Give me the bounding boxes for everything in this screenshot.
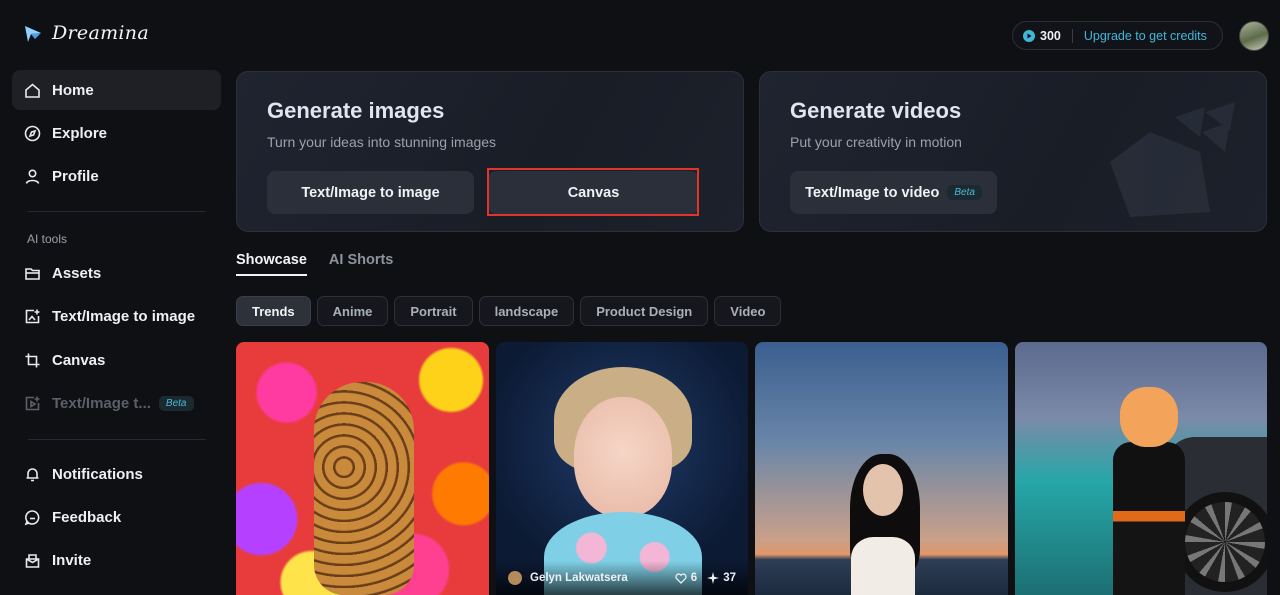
sidebar-item-invite[interactable]: Invite xyxy=(12,540,221,580)
author-name[interactable]: Gelyn Lakwatsera xyxy=(530,572,628,584)
logo[interactable]: Dreamina xyxy=(22,22,149,44)
image-plus-icon xyxy=(22,306,42,326)
dreamina-logo-icon xyxy=(25,26,41,42)
credit-coin-icon xyxy=(1023,29,1035,42)
sidebar-item-label: Canvas xyxy=(52,351,106,369)
canvas-highlight-box xyxy=(487,168,699,216)
woman-face xyxy=(863,464,903,516)
tab-showcase[interactable]: Showcase xyxy=(236,252,307,276)
gallery-tile-cat-car[interactable] xyxy=(1015,342,1267,595)
card-subtitle: Put your creativity in motion xyxy=(790,134,962,150)
user-avatar[interactable] xyxy=(1239,21,1269,51)
video-plus-icon xyxy=(22,393,42,413)
bell-icon xyxy=(22,464,42,484)
chip-landscape[interactable]: landscape xyxy=(478,296,575,326)
category-chips: Trends Anime Portrait landscape Product … xyxy=(236,296,782,326)
card-title: Generate videos xyxy=(790,98,962,123)
boost-count: 37 xyxy=(723,572,736,584)
sidebar-item-assets[interactable]: Assets xyxy=(12,253,221,293)
chip-portrait[interactable]: Portrait xyxy=(394,296,473,326)
chip-video[interactable]: Video xyxy=(714,296,782,326)
chip-product-design[interactable]: Product Design xyxy=(580,296,709,326)
gallery-tile-doll[interactable]: Gelyn Lakwatsera 6 37 xyxy=(496,342,748,595)
crop-icon xyxy=(22,350,42,370)
sidebar-item-text-image-to-image[interactable]: Text/Image to image xyxy=(12,296,221,336)
ai-tools-heading: AI tools xyxy=(27,232,68,246)
sidebar: Dreamina Home Explore Profile AI tools A… xyxy=(0,0,232,595)
text-image-to-video-button[interactable]: Text/Image to video Beta xyxy=(790,171,997,214)
gallery-tabs: Showcase AI Shorts xyxy=(236,252,393,276)
sidebar-divider xyxy=(28,211,206,212)
sidebar-item-label: Text/Image to image xyxy=(52,307,196,325)
sparkle-icon xyxy=(707,572,720,584)
sidebar-item-label: Profile xyxy=(52,167,99,185)
button-label: Text/Image to video xyxy=(805,184,940,201)
sidebar-item-explore[interactable]: Explore xyxy=(12,113,221,153)
credit-count: 300 xyxy=(1040,28,1061,43)
sidebar-item-label: Assets xyxy=(52,264,102,282)
credits-separator xyxy=(1071,28,1073,43)
doll-face xyxy=(574,397,672,517)
card-subtitle: Turn your ideas into stunning images xyxy=(267,134,497,150)
home-icon xyxy=(22,80,42,100)
boost-stat[interactable]: 37 xyxy=(707,572,736,584)
tile-info-overlay: Gelyn Lakwatsera 6 37 xyxy=(496,561,748,595)
beta-badge: Beta xyxy=(158,395,194,411)
gallery-tile-giraffe[interactable] xyxy=(236,342,489,595)
giraffe-illustration xyxy=(314,382,414,595)
credits-bar[interactable]: 300 Upgrade to get credits xyxy=(1012,21,1223,50)
chat-icon xyxy=(22,507,42,527)
sidebar-item-home[interactable]: Home xyxy=(12,70,221,110)
compass-icon xyxy=(22,123,42,143)
gallery-tile-portrait[interactable] xyxy=(755,342,1008,595)
sidebar-item-label: Feedback xyxy=(52,508,122,526)
sidebar-item-label: Home xyxy=(52,81,94,99)
sidebar-item-feedback[interactable]: Feedback xyxy=(12,497,221,537)
sidebar-item-profile[interactable]: Profile xyxy=(12,156,221,196)
tab-ai-shorts[interactable]: AI Shorts xyxy=(329,252,393,276)
author-avatar[interactable] xyxy=(508,571,522,585)
sidebar-item-label: Explore xyxy=(52,124,108,142)
like-stat[interactable]: 6 xyxy=(675,572,697,584)
app-name: Dreamina xyxy=(52,22,149,44)
chip-trends[interactable]: Trends xyxy=(236,296,311,326)
card-title: Generate images xyxy=(267,98,445,123)
chip-anime[interactable]: Anime xyxy=(316,296,389,326)
cat-body xyxy=(1113,442,1185,595)
sidebar-item-label: Notifications xyxy=(52,465,143,483)
like-count: 6 xyxy=(690,572,698,584)
woman-dress xyxy=(851,537,915,595)
sidebar-item-notifications[interactable]: Notifications xyxy=(12,454,221,494)
sidebar-item-label: Invite xyxy=(52,551,92,569)
car-wheel xyxy=(1175,492,1267,592)
sidebar-item-label: Text/Image t... xyxy=(52,394,151,412)
user-icon xyxy=(22,166,42,186)
sidebar-item-text-image-to-video[interactable]: Text/Image t... Beta xyxy=(12,383,221,423)
folder-icon xyxy=(22,263,42,283)
generate-videos-card: Generate videos Put your creativity in m… xyxy=(759,71,1267,232)
heart-icon xyxy=(675,572,687,584)
cat-head xyxy=(1120,387,1178,447)
upgrade-link[interactable]: Upgrade to get credits xyxy=(1084,29,1207,43)
video-play-decor-icon xyxy=(1110,102,1235,217)
text-image-to-image-button[interactable]: Text/Image to image xyxy=(267,171,474,214)
gift-icon xyxy=(22,550,42,570)
sidebar-item-canvas[interactable]: Canvas xyxy=(12,340,221,380)
beta-badge: Beta xyxy=(947,185,982,200)
sidebar-divider xyxy=(28,439,206,440)
